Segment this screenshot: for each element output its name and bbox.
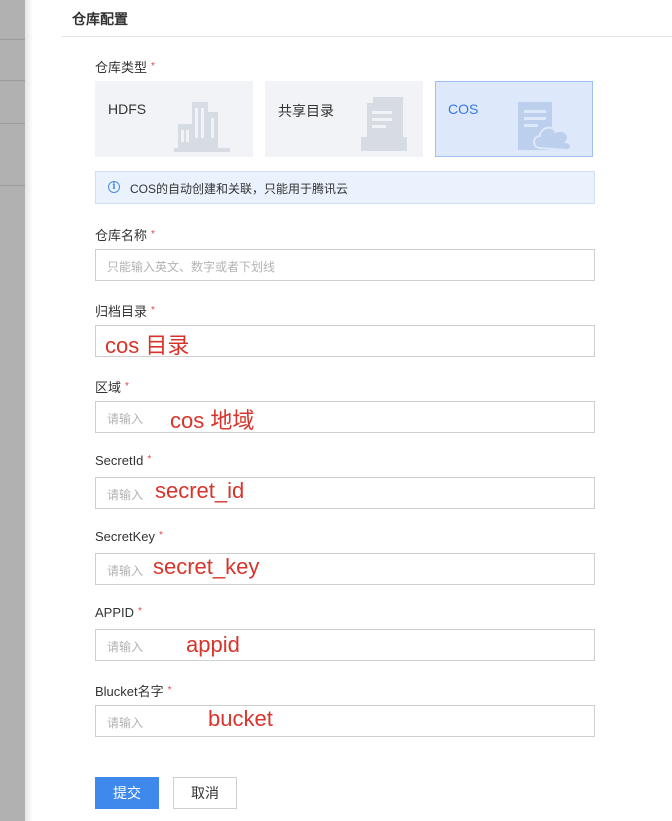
bucket-label-text: Blucket名字 [95,684,164,699]
repo-type-card-label: COS [448,101,479,117]
shared-folder-icon [361,97,407,151]
secret-key-input[interactable]: 请输入 secret_key [95,553,595,585]
region-placeholder: 请输入 [107,412,144,426]
secret-id-label-text: SecretId [95,453,144,468]
panel-shadow [25,0,33,821]
region-input[interactable]: 请输入 cos 地域 [95,401,595,433]
appid-label-text: APPID [95,605,135,620]
archive-dir-annotation: cos 目录 [105,333,190,358]
archive-dir-label-text: 归档目录 [95,304,148,319]
required-mark: * [147,454,152,465]
region-label-text: 区域 [95,380,122,395]
repo-name-placeholder: 只能输入英文、数字或者下划线 [107,260,276,274]
secret-key-placeholder: 请输入 [107,564,144,578]
repo-type-label-text: 仓库类型 [95,60,148,75]
archive-dir-label: 归档目录 * [95,301,155,320]
secret-id-input[interactable]: 请输入 secret_id [95,477,595,509]
region-label: 区域 * [95,377,129,396]
title-divider [62,36,672,37]
required-mark: * [151,61,155,72]
secret-id-placeholder: 请输入 [107,488,144,502]
secret-key-label-text: SecretKey [95,529,155,544]
appid-annotation: appid [186,632,240,657]
background-sidebar-row [0,124,25,186]
region-annotation: cos 地域 [170,408,255,433]
secret-id-label: SecretId * [95,453,151,468]
required-mark: * [125,381,129,392]
repo-type-label: 仓库类型 * [95,57,155,76]
background-sidebar-row [0,0,25,40]
secret-key-annotation: secret_key [153,554,260,579]
background-sidebar-row [0,81,25,124]
repo-type-card-hdfs[interactable]: HDFS [95,81,253,157]
appid-placeholder: 请输入 [107,640,144,654]
repo-type-card-cos[interactable]: COS [435,81,593,157]
archive-dir-input[interactable]: cos 目录 [95,325,595,358]
required-mark: * [167,685,172,696]
cloud-document-icon [518,102,573,152]
secret-key-label: SecretKey * [95,529,163,544]
background-sidebar-strip [0,0,25,821]
required-mark: * [158,530,163,541]
repo-name-input[interactable]: 只能输入英文、数字或者下划线 [95,249,595,281]
repo-name-label-text: 仓库名称 [95,228,148,243]
bucket-placeholder: 请输入 [107,716,144,730]
info-notice: i COS的自动创建和关联，只能用于腾讯云 [95,171,595,204]
submit-button[interactable]: 提交 [95,777,159,809]
info-icon: i [108,181,120,193]
required-mark: * [151,229,155,240]
bucket-input[interactable]: 请输入 bucket [95,705,595,737]
notice-text: COS的自动创建和关联，只能用于腾讯云 [130,182,349,196]
background-sidebar-row [0,40,25,81]
secret-id-annotation: secret_id [155,478,245,503]
appid-label: APPID * [95,605,142,620]
building-icon [174,102,230,152]
repo-type-card-shared-folder[interactable]: 共享目录 [265,81,423,157]
panel-title: 仓库配置 [72,11,128,27]
cancel-button[interactable]: 取消 [173,777,237,809]
required-mark: * [138,606,142,617]
required-mark: * [151,305,155,316]
repo-type-card-label: HDFS [108,101,147,117]
bucket-annotation: bucket [208,706,273,731]
repo-name-label: 仓库名称 * [95,225,155,244]
bucket-label: Blucket名字 * [95,681,172,700]
repo-type-card-label: 共享目录 [278,103,334,119]
appid-input[interactable]: 请输入 appid [95,629,595,661]
